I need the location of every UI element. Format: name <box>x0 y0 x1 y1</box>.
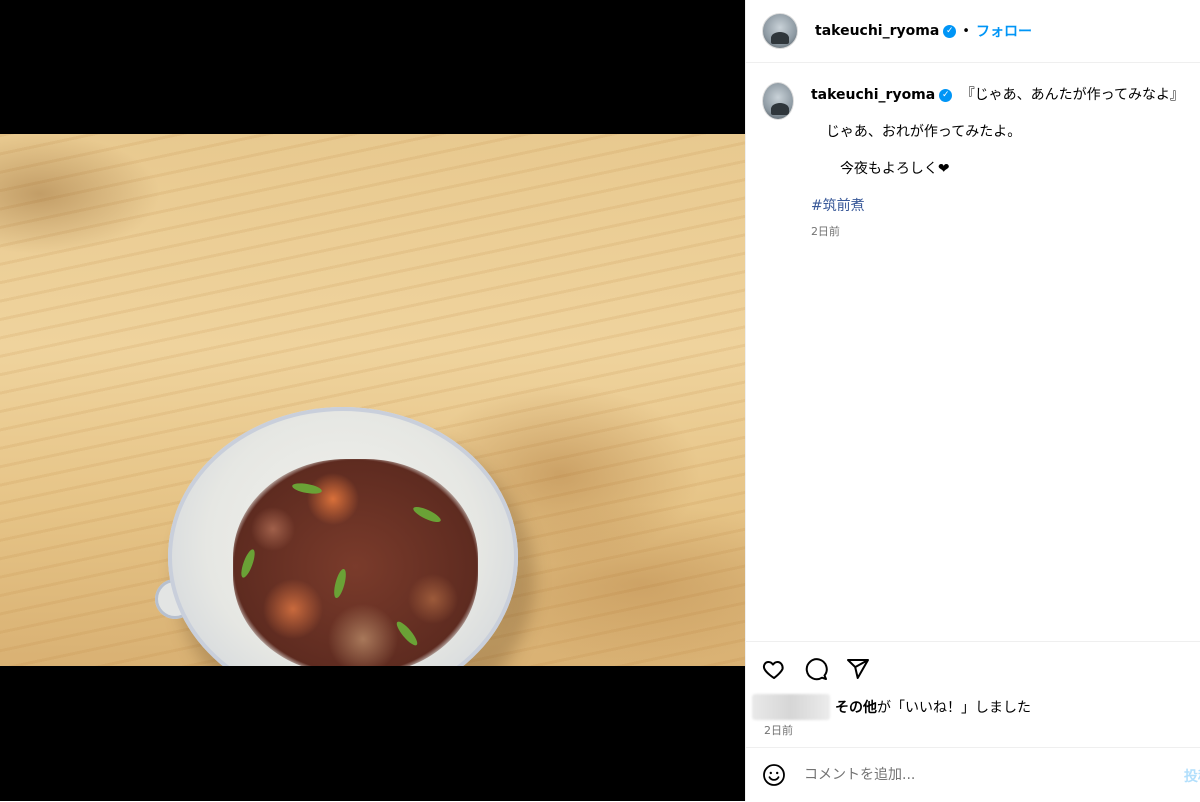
comment-icon[interactable] <box>804 657 828 681</box>
hashtag-link[interactable]: #筑前煮 <box>811 197 1184 215</box>
verified-badge-icon: ✓ <box>943 24 957 38</box>
caption-line-1: 『じゃあ、あんたが作ってみなよ』 <box>960 87 1184 103</box>
header-username[interactable]: takeuchi_ryoma <box>815 23 939 39</box>
post-header: takeuchi_ryoma ✓ • フォロー <box>746 0 1200 63</box>
caption-line-2: じゃあ、おれが作ってみたよ。 <box>825 124 1022 140</box>
post-photo <box>0 134 745 666</box>
likes-summary: その他 が「いいね！」しました <box>752 694 1184 720</box>
caption: takeuchi_ryoma ✓ 『じゃあ、あんたが作ってみなよ』 じゃあ、おれが… <box>762 82 1184 241</box>
comment-bar: 投稿する <box>746 747 1200 802</box>
post-comment-button[interactable]: 投稿する <box>1184 766 1200 786</box>
caption-username[interactable]: takeuchi_ryoma <box>811 87 935 103</box>
avatar[interactable] <box>762 13 798 49</box>
post-timestamp[interactable]: 2日前 <box>764 722 1184 738</box>
separator-dot: • <box>962 23 970 39</box>
post-side-panel: takeuchi_ryoma ✓ • フォロー takeuchi_ryoma ✓ … <box>745 0 1200 801</box>
post-media[interactable] <box>0 0 745 801</box>
likes-text: が「いいね！」しました <box>877 700 1031 716</box>
caption-avatar[interactable] <box>762 82 794 120</box>
hashtag-text: #筑前煮 <box>810 198 865 214</box>
caption-timestamp: 2日前 <box>810 225 840 238</box>
caption-line-3: 今夜もよろしく❤ <box>839 161 950 177</box>
verified-badge-icon: ✓ <box>939 88 953 102</box>
heart-icon[interactable] <box>762 657 786 681</box>
comment-input[interactable] <box>802 766 1166 784</box>
follow-button[interactable]: フォロー <box>976 21 1032 41</box>
caption-body: takeuchi_ryoma ✓ 『じゃあ、あんたが作ってみなよ』 じゃあ、おれが… <box>811 82 1184 241</box>
action-bar: その他 が「いいね！」しました 2日前 <box>746 641 1200 738</box>
likes-others-link[interactable]: その他 <box>835 697 877 717</box>
chikuzenni-dish <box>233 459 478 666</box>
share-icon[interactable] <box>846 657 870 681</box>
emoji-icon[interactable] <box>762 763 786 787</box>
blurred-liker-names <box>752 694 830 720</box>
